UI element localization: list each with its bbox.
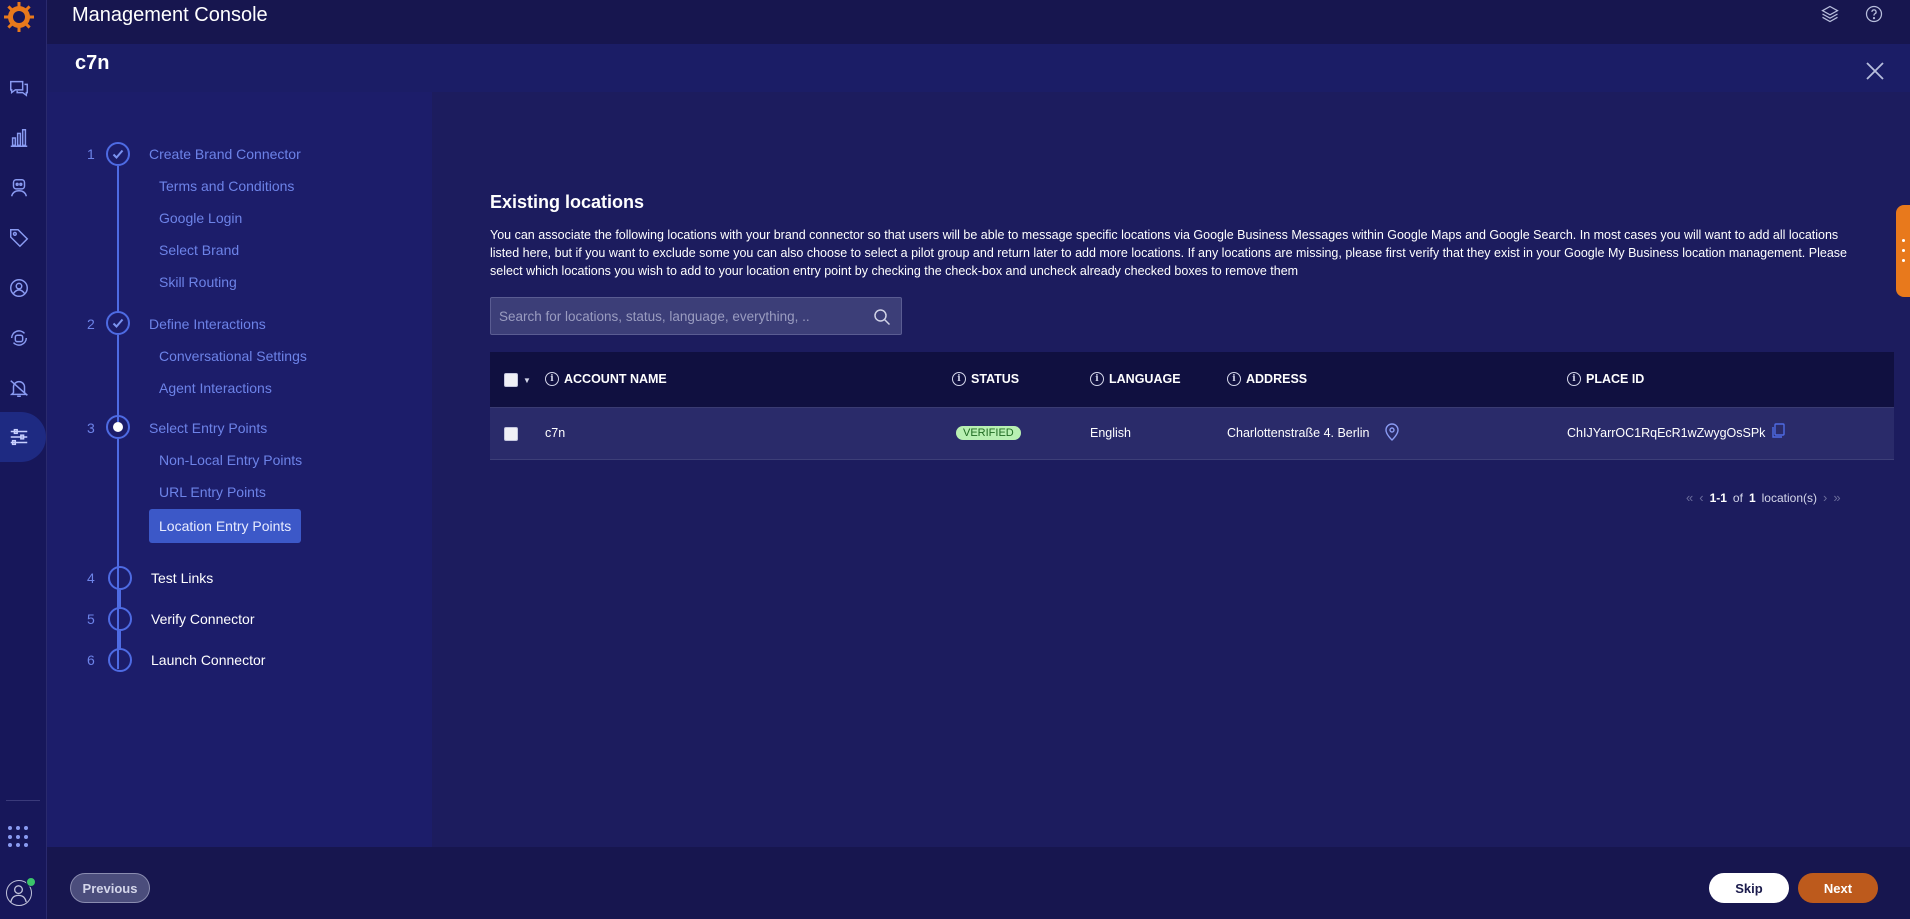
agent-icon[interactable] (6, 175, 32, 201)
app-title: Management Console (72, 4, 268, 26)
account-name-cell: c7n (545, 426, 566, 440)
notifications-settings-icon[interactable] (6, 375, 32, 401)
locations-table: ▼ i ACCOUNT NAME i STATUS i LANGUAGE i A… (490, 352, 1894, 460)
step-pending-circle-icon (108, 648, 132, 672)
substep-url-entry-points[interactable]: URL Entry Points (159, 484, 266, 500)
apps-grid-icon[interactable] (8, 826, 30, 848)
wizard-stepper: 1 Create Brand Connector Terms and Condi… (47, 92, 432, 847)
substep-agent-interactions[interactable]: Agent Interactions (159, 380, 272, 396)
language-cell: English (1090, 426, 1131, 440)
step-pending-circle-icon (108, 607, 132, 631)
section-description: You can associate the following location… (490, 228, 1847, 278)
pager-total: 1 (1748, 490, 1756, 505)
substep-terms-and-conditions[interactable]: Terms and Conditions (159, 178, 294, 194)
column-header-address[interactable]: i ADDRESS (1227, 372, 1307, 386)
address-cell: Charlottenstraße 4. Berlin (1227, 426, 1370, 440)
bot-cycle-icon[interactable] (6, 325, 32, 351)
info-icon[interactable]: i (952, 372, 966, 386)
step-create-brand-connector[interactable]: Create Brand Connector (149, 146, 301, 162)
search-placeholder: Search for locations, status, language, … (499, 309, 810, 324)
section-title: Existing locations (490, 192, 645, 212)
status-badge: VERIFIED (956, 426, 1021, 440)
page-title: c7n (75, 52, 110, 74)
column-header-status[interactable]: i STATUS (952, 372, 1019, 386)
chevron-down-icon[interactable]: ▼ (523, 376, 531, 385)
wizard-footer: Previous Skip Next (47, 847, 1910, 919)
substep-location-entry-points[interactable]: Location Entry Points (149, 509, 302, 543)
step-number: 2 (87, 316, 95, 332)
step-number: 5 (87, 611, 95, 627)
info-icon[interactable]: i (545, 372, 559, 386)
step-launch-connector[interactable]: Launch Connector (151, 652, 265, 668)
step-current-indicator-icon (106, 415, 130, 439)
search-icon[interactable] (873, 308, 891, 326)
analytics-icon[interactable] (6, 125, 32, 151)
step-complete-check-icon (106, 142, 130, 166)
column-header-language[interactable]: i LANGUAGE (1090, 372, 1181, 386)
pager-unit: location(s) (1761, 490, 1817, 505)
page-range: 1-1 (1709, 490, 1727, 505)
table-row[interactable]: c7n VERIFIED English Charlottenstraße 4.… (490, 408, 1894, 460)
step-verify-connector[interactable]: Verify Connector (151, 611, 255, 627)
side-drawer-tab[interactable] (1896, 205, 1910, 297)
row-checkbox[interactable] (504, 427, 518, 441)
top-bar: Management Console (47, 0, 1910, 44)
skip-button[interactable]: Skip (1709, 873, 1789, 903)
step-number: 3 (87, 420, 95, 436)
help-icon[interactable] (1864, 4, 1884, 24)
search-input[interactable]: Search for locations, status, language, … (490, 297, 902, 335)
left-nav-rail (0, 0, 47, 919)
online-status-dot (26, 877, 36, 887)
last-page-icon[interactable]: » (1833, 490, 1840, 505)
brand-logo-icon (4, 2, 34, 32)
step-select-entry-points[interactable]: Select Entry Points (149, 420, 267, 436)
step-number: 1 (87, 146, 95, 162)
close-icon[interactable] (1864, 60, 1886, 82)
conversations-icon[interactable] (6, 75, 32, 101)
prev-page-icon[interactable]: ‹ (1699, 490, 1703, 505)
info-icon[interactable]: i (1090, 372, 1104, 386)
step-test-links[interactable]: Test Links (151, 570, 213, 586)
substep-select-brand[interactable]: Select Brand (159, 242, 239, 258)
page-header: c7n (47, 44, 1910, 92)
map-pin-icon[interactable] (1384, 423, 1400, 441)
avatar[interactable] (6, 877, 36, 906)
info-icon[interactable]: i (1567, 372, 1581, 386)
table-header: ▼ i ACCOUNT NAME i STATUS i LANGUAGE i A… (490, 352, 1894, 408)
previous-button[interactable]: Previous (70, 873, 150, 903)
pagination: « ‹ 1-1 of 1 location(s) › » (1686, 490, 1841, 505)
column-header-place-id[interactable]: i PLACE ID (1567, 372, 1644, 386)
place-id-cell: ChIJYarrOC1RqEcR1wZwygOsSPk (1567, 426, 1766, 440)
substep-non-local-entry-points[interactable]: Non-Local Entry Points (159, 452, 302, 468)
settings-sliders-icon[interactable] (6, 424, 32, 450)
layers-icon[interactable] (1820, 4, 1840, 24)
substep-conversational-settings[interactable]: Conversational Settings (159, 348, 307, 364)
main-content: Existing locations You can associate the… (432, 92, 1910, 847)
substep-google-login[interactable]: Google Login (159, 210, 242, 226)
step-define-interactions[interactable]: Define Interactions (149, 316, 266, 332)
user-profile-icon[interactable] (6, 275, 32, 301)
step-complete-check-icon (106, 311, 130, 335)
next-button[interactable]: Next (1798, 873, 1878, 903)
step-number: 4 (87, 570, 95, 586)
step-pending-circle-icon (108, 566, 132, 590)
step-number: 6 (87, 652, 95, 668)
tag-icon[interactable] (6, 225, 32, 251)
substep-skill-routing[interactable]: Skill Routing (159, 274, 237, 290)
copy-icon[interactable] (1771, 423, 1787, 439)
column-header-account-name[interactable]: i ACCOUNT NAME (545, 372, 667, 386)
pager-of: of (1732, 490, 1743, 505)
next-page-icon[interactable]: › (1823, 490, 1827, 505)
first-page-icon[interactable]: « (1686, 490, 1693, 505)
select-all-checkbox[interactable] (504, 373, 518, 387)
info-icon[interactable]: i (1227, 372, 1241, 386)
